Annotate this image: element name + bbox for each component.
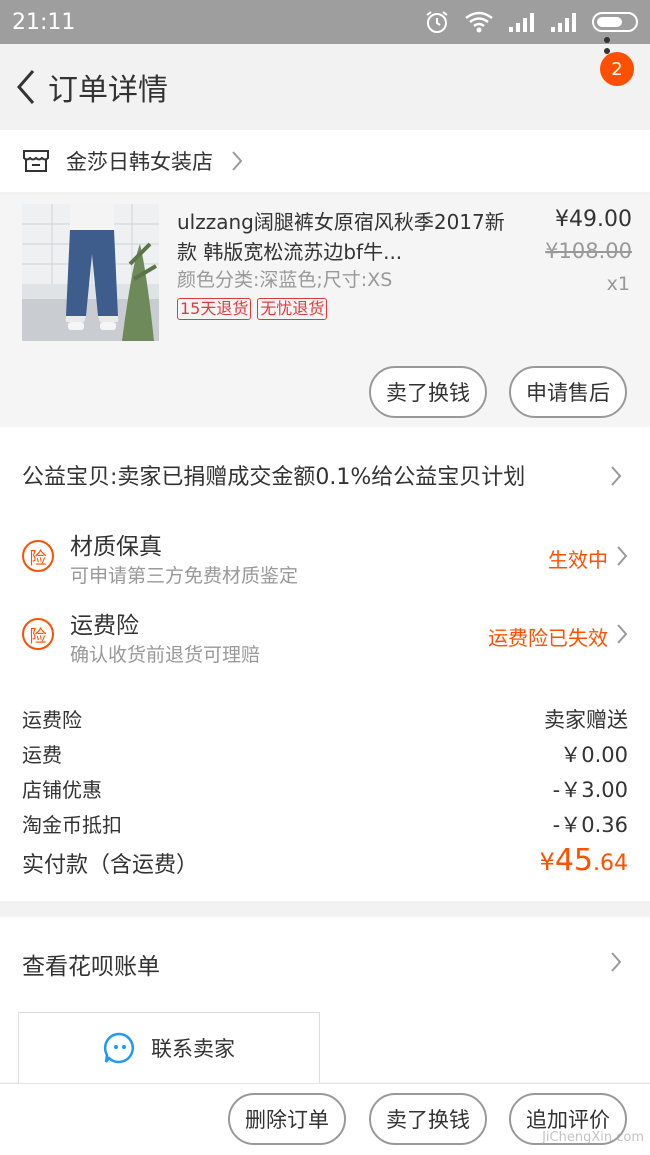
fee-value: 卖家赠送: [544, 708, 628, 732]
return-tag: 15天退货: [177, 298, 252, 320]
message-badge: 2: [600, 52, 634, 86]
insurance-title: 运费险: [70, 613, 139, 639]
product-sku: 颜色分类:深蓝色;尺寸:XS: [177, 269, 393, 291]
chevron-right-icon: [617, 546, 628, 566]
order-info-section: 公益宝贝:卖家已捐赠成交金额0.1%给公益宝贝计划 险 材质保真 可申请第三方免…: [0, 427, 650, 901]
nav-bar: 订单详情: [0, 44, 650, 130]
product-image[interactable]: [22, 204, 159, 341]
fee-value: ￥0.00: [560, 743, 628, 767]
product-title: ulzzang阔腿裤女原宿风秋季2017新款 韩版宽松流苏边bf牛...: [177, 210, 505, 264]
total-currency: ¥: [539, 848, 555, 876]
apply-aftersale-button[interactable]: 申请售后: [509, 366, 627, 418]
total-integer: 45: [554, 843, 593, 878]
goods-item[interactable]: ulzzang阔腿裤女原宿风秋季2017新款 韩版宽松流苏边bf牛... 颜色分…: [0, 195, 650, 427]
original-price: ¥108.00: [545, 239, 632, 263]
insurance-icon: 险: [22, 618, 54, 650]
sell-for-cash-button[interactable]: 卖了换钱: [369, 366, 487, 418]
shop-icon: [23, 150, 49, 172]
signal-icon: [551, 13, 576, 32]
sell-for-cash-button[interactable]: 卖了换钱: [369, 1093, 487, 1145]
chat-bubble-icon: [103, 1032, 134, 1064]
fee-value: -￥0.36: [552, 813, 628, 837]
chevron-right-icon: [232, 151, 243, 171]
wifi-icon: [465, 11, 493, 33]
insurance-title: 材质保真: [70, 534, 162, 560]
alarm-icon: [426, 11, 448, 33]
signal-icon: [509, 13, 534, 32]
return-tag: 无忧退货: [257, 298, 328, 320]
status-bar: 21:11: [0, 0, 650, 44]
return-tags: 15天退货 无忧退货: [177, 298, 328, 320]
chevron-right-icon: [611, 952, 622, 972]
shop-name: 金莎日韩女装店: [66, 150, 213, 174]
fee-label: 店铺优惠: [22, 778, 102, 802]
watermark: JiChengXin.com: [542, 1130, 644, 1145]
status-time: 21:11: [12, 9, 76, 35]
contact-seller-button[interactable]: 联系卖家: [18, 1012, 320, 1084]
insurance-subtitle: 确认收货前退货可理赔: [70, 644, 261, 666]
fee-value: -￥3.00: [552, 778, 628, 802]
chevron-right-icon: [617, 624, 628, 644]
fee-label: 运费: [22, 743, 62, 767]
insurance-status[interactable]: 生效中: [548, 544, 608, 573]
insurance-subtitle: 可申请第三方免费材质鉴定: [70, 565, 299, 587]
product-price: ¥49.00: [555, 207, 632, 232]
total-amount: ¥45.64: [540, 843, 628, 878]
contact-seller-label: 联系卖家: [151, 1037, 235, 1061]
page-title: 订单详情: [48, 73, 168, 108]
fee-label: 淘金币抵扣: [22, 813, 122, 837]
insurance-status[interactable]: 运费险已失效: [488, 622, 608, 651]
fee-label: 运费险: [22, 708, 82, 732]
delete-order-button[interactable]: 删除订单: [228, 1093, 346, 1145]
product-quantity: x1: [606, 273, 630, 295]
total-decimal: .64: [593, 851, 628, 876]
huabei-bill-link[interactable]: 查看花呗账单: [22, 947, 160, 981]
bottom-action-bar: 删除订单 卖了换钱 追加评价 JiChengXin.com: [0, 1083, 650, 1155]
shop-row[interactable]: 金莎日韩女装店: [0, 130, 650, 192]
more-dot: [604, 37, 610, 43]
insurance-icon: 险: [22, 540, 54, 572]
huabei-section: 查看花呗账单 联系卖家: [0, 917, 650, 1084]
charity-text[interactable]: 公益宝贝:卖家已捐赠成交金额0.1%给公益宝贝计划: [22, 459, 525, 491]
back-button[interactable]: [4, 44, 48, 130]
total-label: 实付款（含运费）: [22, 853, 199, 878]
product-photo-illustration: [22, 204, 159, 341]
chevron-right-icon: [611, 466, 622, 486]
back-arrow-icon: [17, 70, 35, 104]
